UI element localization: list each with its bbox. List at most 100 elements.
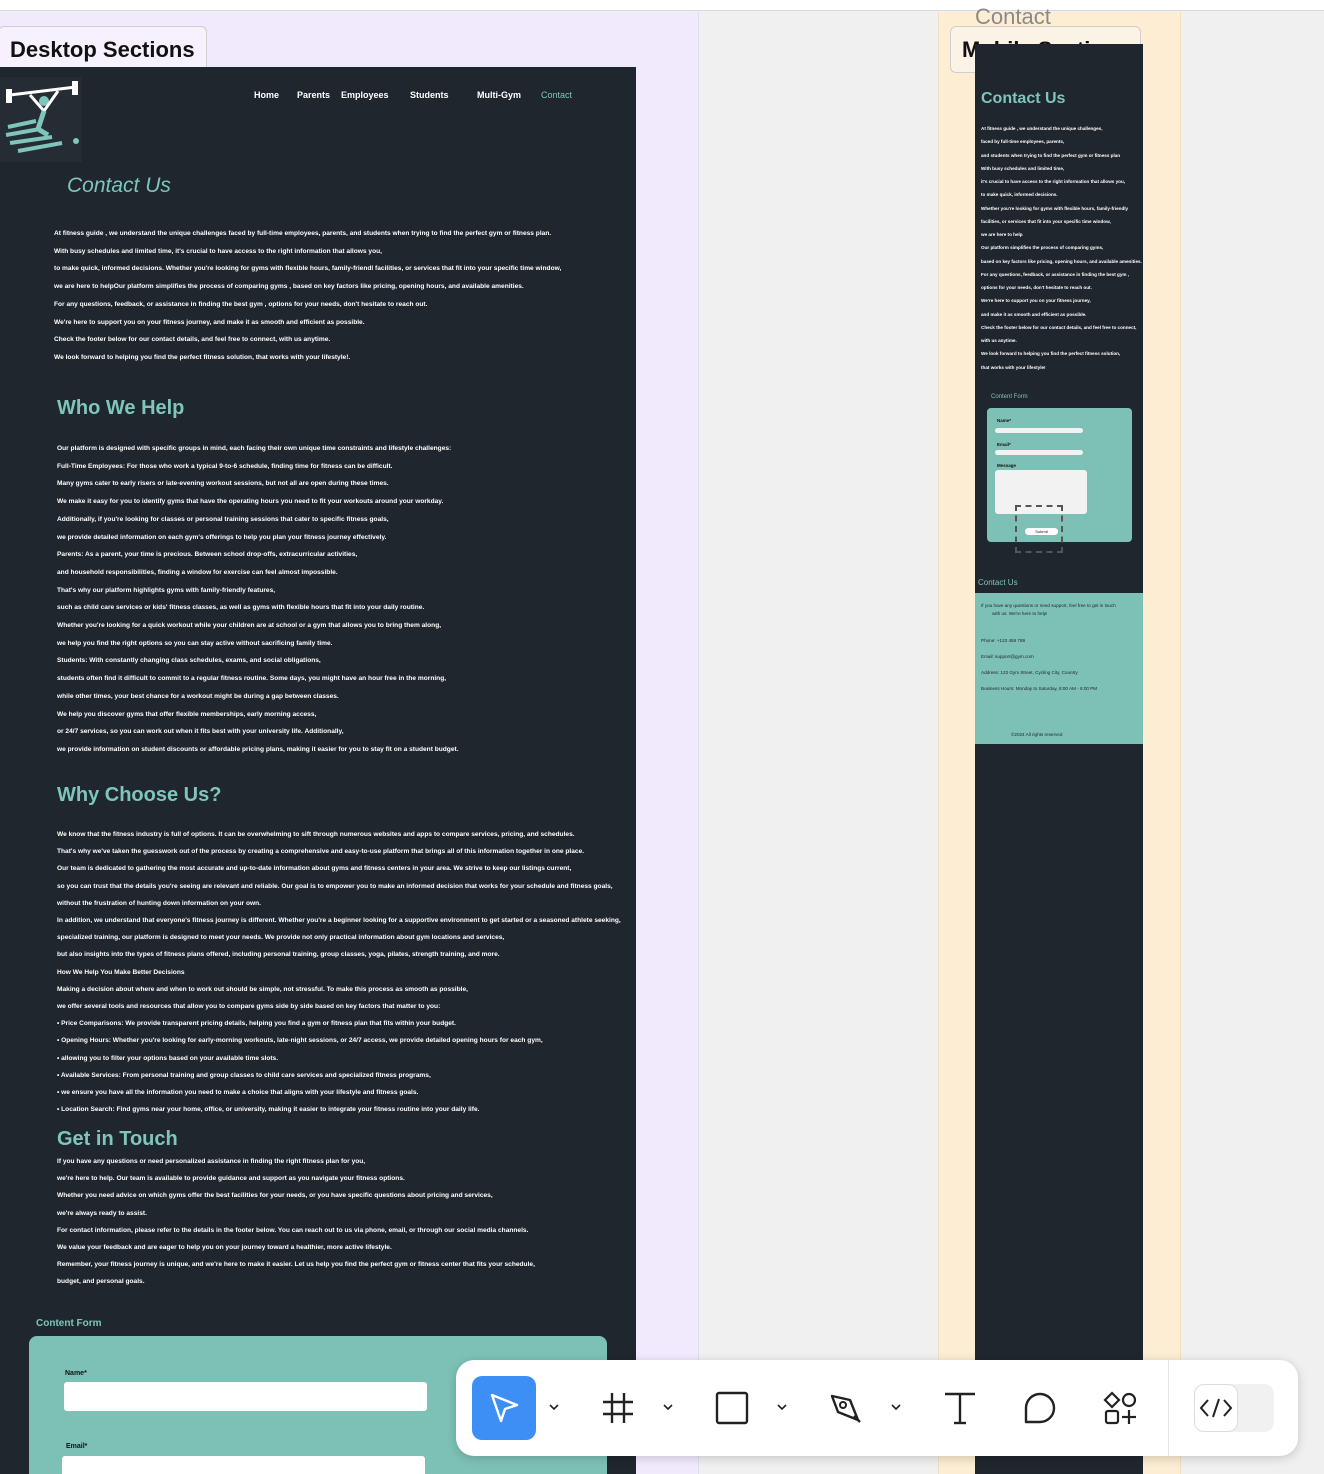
- nav-home[interactable]: Home: [254, 90, 279, 100]
- pen-tool-button[interactable]: [814, 1376, 878, 1440]
- mobile-contact-frame[interactable]: Contact Us At fitness guide , we underst…: [975, 44, 1143, 1474]
- email-label: Email*: [66, 1443, 88, 1450]
- frame-tool-button[interactable]: [586, 1376, 650, 1440]
- text-line: Check the footer below for our contact d…: [54, 336, 331, 344]
- text-line: Our team is dedicated to gathering the m…: [57, 865, 572, 873]
- shapes-plus-icon: [1103, 1391, 1137, 1425]
- dev-mode-button[interactable]: [1194, 1384, 1238, 1432]
- mobile-content-form[interactable]: Name* Email* Message Submit: [987, 408, 1132, 553]
- frame-hash-icon: [603, 1393, 633, 1423]
- text-line: we are here to helpOur platform simplifi…: [54, 283, 524, 291]
- toolbar-divider: [1168, 1360, 1169, 1456]
- text-line: Whether you need advice on which gyms of…: [57, 1192, 493, 1200]
- chevron-down-icon[interactable]: [889, 1400, 903, 1414]
- dev-mode-toggle[interactable]: [1194, 1384, 1274, 1432]
- comment-bubble-icon: [1024, 1392, 1056, 1424]
- text-tool-button[interactable]: [928, 1376, 992, 1440]
- text-line: • Price Comparisons: We provide transpar…: [57, 1020, 456, 1028]
- mobile-message-label: Message: [997, 463, 1017, 468]
- pointer-icon: [490, 1393, 519, 1423]
- chevron-down-icon[interactable]: [661, 1400, 675, 1414]
- text-line: while other times, your best chance for …: [57, 692, 339, 700]
- nav-students[interactable]: Students: [410, 90, 449, 100]
- text-line: Parents: As a parent, your time is preci…: [57, 551, 358, 559]
- chevron-down-icon[interactable]: [775, 1400, 789, 1414]
- text-line: we're here to help. Our team is availabl…: [57, 1175, 405, 1183]
- nav-contact[interactable]: Contact: [541, 90, 572, 100]
- text-line: Whether you're looking for a quick worko…: [57, 622, 442, 629]
- mobile-contact-us-heading: Contact Us: [981, 90, 1066, 107]
- top-ruler: [0, 0, 1324, 11]
- gym-logo[interactable]: [0, 77, 82, 162]
- text-icon: [945, 1392, 975, 1425]
- nav-employees[interactable]: Employees: [341, 90, 389, 100]
- chevron-down-icon[interactable]: [547, 1400, 561, 1414]
- desktop-section-label[interactable]: Desktop Sections: [0, 26, 207, 73]
- text-line: We look forward to helping you find the …: [981, 351, 1121, 357]
- text-line: and students when trying to find the per…: [981, 152, 1121, 158]
- mobile-name-label: Name*: [997, 418, 1012, 423]
- weightlifter-icon: [5, 81, 79, 153]
- name-label: Name*: [65, 1370, 87, 1377]
- contact-us-heading: Contact Us: [67, 174, 171, 197]
- text-line: With busy schedules and limited time, it…: [54, 247, 382, 255]
- mobile-email-input[interactable]: [995, 450, 1083, 455]
- content-form-title: Content Form: [36, 1318, 102, 1329]
- text-line: facilities, or services that fit into yo…: [981, 218, 1111, 224]
- text-line: or 24/7 services, so you can work out wh…: [57, 728, 344, 736]
- footer-copyright: ©2024 All rights reserved: [1011, 732, 1063, 737]
- text-line: Full-Time Employees: For those who work …: [57, 462, 393, 470]
- text-line: Our platform is designed with specific g…: [57, 445, 452, 452]
- text-line: without the frustration of hunting down …: [57, 899, 262, 907]
- text-line: If you have any questions or need person…: [57, 1158, 366, 1165]
- text-line: • Opening Hours: Whether you're looking …: [57, 1037, 543, 1045]
- mobile-content-form-title: Content Form: [991, 394, 1028, 400]
- text-line: we provide detailed information on each …: [57, 533, 387, 541]
- text-line: • Location Search: Find gyms near your h…: [57, 1106, 480, 1114]
- name-input[interactable]: [64, 1382, 427, 1411]
- why-choose-us-heading: Why Choose Us?: [57, 784, 222, 806]
- actions-tool-button[interactable]: [1088, 1376, 1152, 1440]
- text-line: to make quick, informed decisions. Wheth…: [54, 265, 562, 273]
- shape-tool-button[interactable]: [700, 1376, 764, 1440]
- mobile-name-input[interactable]: [995, 428, 1083, 433]
- footer-phone: Phone: +123 456 789: [981, 638, 1026, 643]
- nav-parents[interactable]: Parents: [297, 90, 330, 100]
- text-line: With busy schedules and limited time,: [981, 165, 1065, 171]
- design-toolbar: [456, 1360, 1298, 1456]
- text-line: At fitness guide , we understand the uni…: [54, 230, 552, 237]
- comment-tool-button[interactable]: [1008, 1376, 1072, 1440]
- text-line: it's crucial to have access to the right…: [981, 179, 1126, 184]
- email-input[interactable]: [62, 1456, 425, 1474]
- desktop-contact-frame[interactable]: Home Parents Employees Students Multi-Gy…: [0, 67, 636, 1474]
- footer-intro-line-1: If you have any questions or need suppor…: [981, 603, 1116, 608]
- text-line: For any questions, feedback, or assistan…: [981, 271, 1130, 277]
- text-line: we offer several tools and resources tha…: [57, 1003, 441, 1010]
- text-line: Check the footer below for our contact d…: [981, 324, 1137, 330]
- text-line: and household responsibilities, finding …: [57, 568, 338, 576]
- text-line: We value your feedback and are eager to …: [57, 1244, 392, 1251]
- text-line: such as child care services or kids' fit…: [57, 604, 425, 612]
- mobile-footer: If you have any questions or need suppor…: [975, 593, 1143, 744]
- text-line: We look forward to helping you find the …: [54, 353, 351, 361]
- text-line: At fitness guide , we understand the uni…: [981, 126, 1103, 131]
- text-line: That's why our platform highlights gyms …: [57, 586, 276, 594]
- text-line: options for your needs, don't hesitate t…: [981, 285, 1092, 290]
- move-tool-button[interactable]: [472, 1376, 536, 1440]
- text-line: based on key factors like pricing, openi…: [981, 258, 1142, 264]
- nav-multi-gym[interactable]: Multi-Gym: [477, 90, 521, 100]
- text-line: We help you discover gyms that offer fle…: [57, 710, 317, 718]
- mobile-email-label: Email*: [997, 442, 1011, 447]
- text-line: to make quick, informed decisions.: [981, 192, 1058, 198]
- text-line: we help you find the right options so yo…: [57, 639, 333, 647]
- rectangle-icon: [715, 1391, 749, 1425]
- text-line: we're always ready to assist.: [57, 1209, 147, 1217]
- footer-hours: Business Hours: Monday to Saturday, 8:00…: [981, 686, 1098, 691]
- text-line: • Available Services: From personal trai…: [57, 1071, 431, 1079]
- text-line: specialized training, our platform is de…: [57, 934, 505, 942]
- mobile-footer-title: Contact Us: [978, 578, 1018, 587]
- text-line: Remember, your fitness journey is unique…: [57, 1261, 535, 1269]
- text-line: but also insights into the types of fitn…: [57, 951, 500, 959]
- text-line: We make it easy for you to identify gyms…: [57, 498, 444, 506]
- mobile-submit-button[interactable]: Submit: [1025, 528, 1058, 535]
